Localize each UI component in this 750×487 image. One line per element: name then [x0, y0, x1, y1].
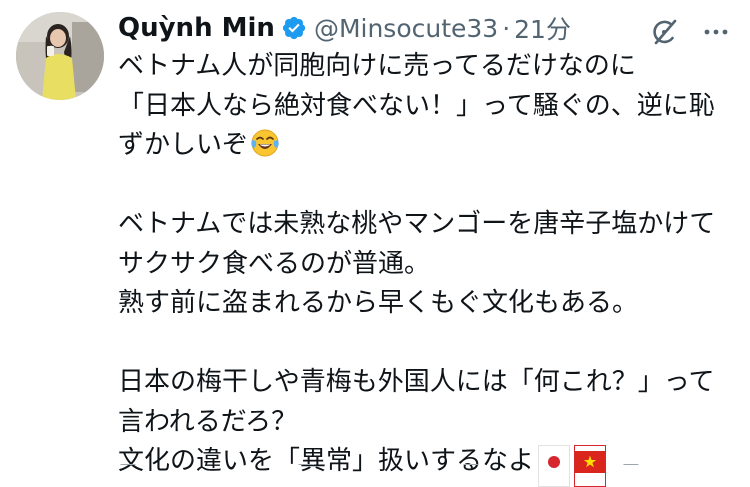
tweet: Quỳnh Min @Minsocute33 · 21分 ベトナム人が同胞向けに…: [0, 0, 750, 487]
tweet-text-line-3: ずかしいぞ: [118, 126, 738, 166]
tweet-header: Quỳnh Min @Minsocute33 · 21分: [118, 8, 571, 48]
verified-badge-icon: [281, 15, 307, 41]
vietnam-flag-icon: [574, 445, 607, 487]
japan-flag-icon: [538, 445, 571, 487]
grok-icon[interactable]: [648, 16, 680, 48]
user-handle[interactable]: @Minsocute33: [314, 14, 498, 43]
tweet-text-line-6: サクサク食べるのが普通。: [118, 248, 431, 279]
tweet-text-line-9: 日本の梅干しや青梅も外国人には「何これ？」って: [118, 367, 715, 397]
tweet-text-line-1: ベトナム人が同胞向けに売ってるだけなのに: [118, 51, 636, 81]
tweet-text-line-4: [118, 166, 738, 206]
face-with-tears-of-joy-icon: [250, 128, 280, 171]
timestamp[interactable]: 21分: [514, 10, 571, 46]
avatar[interactable]: [16, 12, 104, 100]
tweet-text-line-2: 「日本人なら絶対食べない！」って騒ぐの、逆に恥: [118, 90, 715, 121]
tweet-text-line-5: ベトナムでは未熟な桃やマンゴーを唐辛子塩かけて: [118, 209, 716, 239]
tweet-text-line-10: 言われるだろ？: [118, 406, 298, 437]
tweet-text-line-3-text: ずかしいぞ: [118, 130, 249, 160]
tweet-text: ベトナム人が同胞向けに売ってるだけなのに 「日本人なら絶対食べない！」って騒ぐの…: [118, 47, 738, 487]
more-options-icon[interactable]: [700, 17, 732, 47]
tweet-text-line-8: [118, 324, 738, 364]
display-name[interactable]: Quỳnh Min: [118, 13, 275, 43]
tweet-text-line-7: 熟す前に盗まれるから早くもぐ文化もある。: [118, 288, 639, 318]
action-bar-partial: [118, 456, 738, 465]
separator-dot: ·: [502, 13, 511, 43]
